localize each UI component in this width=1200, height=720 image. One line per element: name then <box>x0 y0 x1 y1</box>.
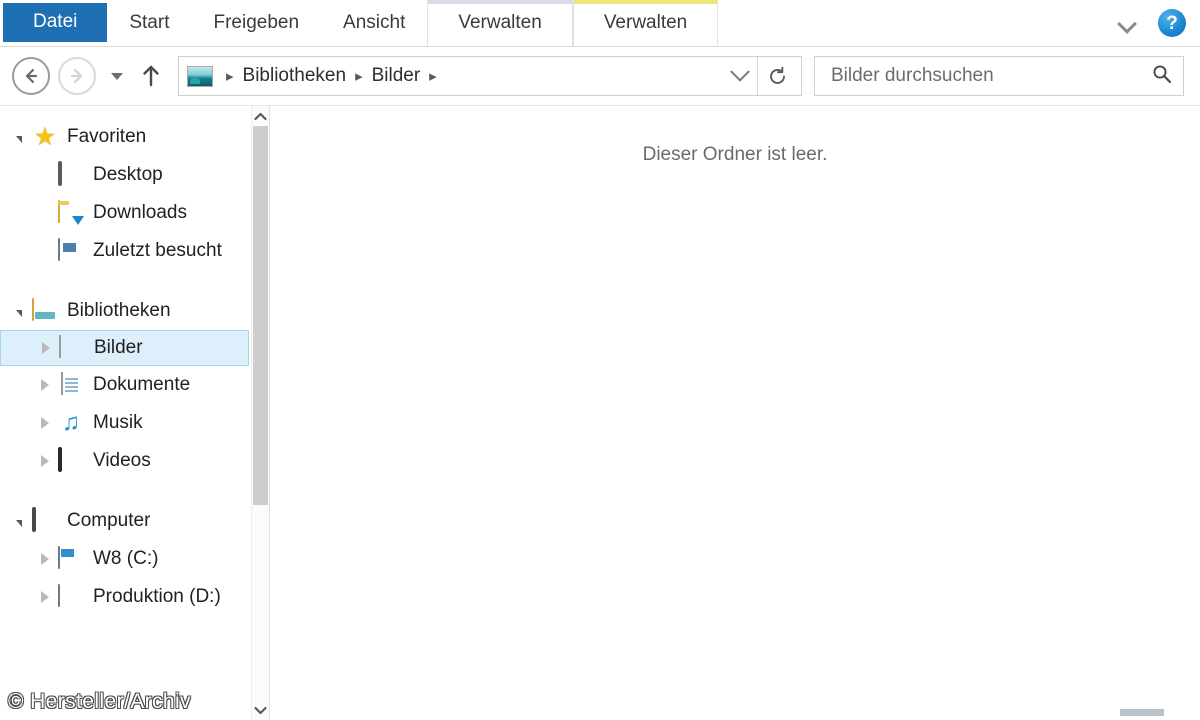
tab-verwalten-bildtools-label: Verwalten <box>603 12 688 33</box>
tab-ansicht[interactable]: Ansicht <box>321 0 427 46</box>
forward-arrow-icon <box>70 68 83 84</box>
drive-icon <box>58 584 84 609</box>
sidebar-item-dokumente[interactable]: Dokumente <box>0 366 251 404</box>
tab-datei-label: Datei <box>33 11 78 32</box>
navigation-pane: ★ Favoriten Desktop Downloads Zuletzt be <box>0 106 270 720</box>
sidebar-item-musik-label: Musik <box>93 412 143 433</box>
navigation-pane-scrollbar[interactable] <box>251 106 269 720</box>
sidebar-item-bilder[interactable]: Bilder <box>0 330 249 366</box>
videos-library-icon <box>58 447 84 473</box>
expander-closed-icon[interactable] <box>36 379 54 391</box>
expander-open-icon[interactable] <box>10 308 28 315</box>
expand-ribbon-icon[interactable] <box>1118 17 1138 29</box>
tree-header-bibliotheken[interactable]: Bibliotheken <box>0 292 251 330</box>
scrollbar-track[interactable] <box>252 126 269 700</box>
help-glyph: ? <box>1166 12 1178 34</box>
documents-library-icon <box>58 372 84 397</box>
scroll-down-icon[interactable] <box>252 700 269 720</box>
tab-freigeben-label: Freigeben <box>213 12 300 33</box>
sidebar-item-musik[interactable]: ♫ Musik <box>0 404 251 442</box>
back-button[interactable] <box>12 57 50 95</box>
tree-header-favoriten-label: Favoriten <box>67 126 147 147</box>
expander-open-icon[interactable] <box>10 518 28 525</box>
scroll-up-icon[interactable] <box>252 106 269 126</box>
explorer-body: ★ Favoriten Desktop Downloads Zuletzt be <box>0 105 1200 720</box>
up-arrow-icon <box>143 65 159 87</box>
music-library-icon: ♫ <box>62 409 80 436</box>
address-bar-row: ▸ Bibliotheken ▸ Bilder ▸ Bilder durchsu… <box>0 47 1200 105</box>
recent-places-icon <box>58 238 84 263</box>
refresh-icon <box>770 66 785 84</box>
sidebar-item-downloads[interactable]: Downloads <box>0 194 251 232</box>
sidebar-item-zuletzt-besucht-label: Zuletzt besucht <box>93 240 222 261</box>
tree-header-favoriten[interactable]: ★ Favoriten <box>0 118 251 156</box>
tab-verwalten-bibliothekstools-label: Verwalten <box>458 12 542 33</box>
file-list-pane[interactable]: Dieser Ordner ist leer. <box>270 106 1200 720</box>
pictures-library-icon <box>187 65 213 87</box>
up-button[interactable] <box>134 57 168 95</box>
tab-start-label: Start <box>129 12 170 33</box>
desktop-icon <box>58 161 84 187</box>
contextual-strip-lavender <box>428 0 572 4</box>
tree-group-gap <box>0 270 251 292</box>
scrollbar-thumb[interactable] <box>253 126 268 505</box>
search-box[interactable]: Bilder durchsuchen <box>814 56 1184 96</box>
search-icon[interactable] <box>1151 63 1173 90</box>
breadcrumb-separator-1[interactable]: ▸ <box>346 67 372 85</box>
sidebar-item-w8-c[interactable]: W8 (C:) <box>0 540 251 578</box>
tab-start[interactable]: Start <box>107 0 191 46</box>
library-folder-icon <box>32 298 58 323</box>
tree-header-computer-label: Computer <box>67 510 151 531</box>
address-bar[interactable]: ▸ Bibliotheken ▸ Bilder ▸ <box>178 56 802 96</box>
sidebar-item-produktion-d[interactable]: Produktion (D:) <box>0 578 251 616</box>
ribbon-tab-bar: Datei Start Freigeben Ansicht Verwalten … <box>0 0 1200 47</box>
tab-freigeben[interactable]: Freigeben <box>191 0 321 46</box>
tree-header-computer[interactable]: Computer <box>0 502 251 540</box>
expander-open-icon[interactable] <box>10 134 28 141</box>
expander-closed-icon[interactable] <box>36 553 54 565</box>
expander-closed-icon[interactable] <box>36 591 54 603</box>
sidebar-item-zuletzt-besucht[interactable]: Zuletzt besucht <box>0 232 251 270</box>
empty-folder-message: Dieser Ordner ist leer. <box>642 144 828 165</box>
file-explorer-window: Datei Start Freigeben Ansicht Verwalten … <box>0 0 1200 720</box>
sidebar-item-produktion-d-label: Produktion (D:) <box>93 586 221 607</box>
navigation-tree: ★ Favoriten Desktop Downloads Zuletzt be <box>0 106 251 720</box>
expander-closed-icon[interactable] <box>37 342 55 354</box>
forward-button[interactable] <box>58 57 96 95</box>
sidebar-item-dokumente-label: Dokumente <box>93 374 191 395</box>
breadcrumb-separator-0[interactable]: ▸ <box>217 67 243 85</box>
back-arrow-icon <box>25 68 38 84</box>
breadcrumb-bibliotheken[interactable]: Bibliotheken <box>243 65 347 87</box>
ribbon-right-controls: ? <box>1118 0 1200 46</box>
refresh-button[interactable] <box>757 57 797 95</box>
tab-datei[interactable]: Datei <box>3 2 108 42</box>
computer-icon <box>32 507 58 533</box>
help-icon[interactable]: ? <box>1158 9 1186 37</box>
search-input[interactable]: Bilder durchsuchen <box>831 65 1151 87</box>
tree-header-bibliotheken-label: Bibliotheken <box>67 300 171 321</box>
downloads-folder-icon <box>58 200 84 225</box>
pictures-library-icon <box>59 335 85 360</box>
sidebar-item-downloads-label: Downloads <box>93 202 187 223</box>
system-drive-icon <box>58 546 84 571</box>
breadcrumb-separator-2[interactable]: ▸ <box>420 67 446 85</box>
tab-ansicht-label: Ansicht <box>343 12 406 33</box>
recent-locations-button[interactable] <box>104 57 130 95</box>
sidebar-item-videos[interactable]: Videos <box>0 442 251 480</box>
sidebar-item-desktop-label: Desktop <box>93 164 163 185</box>
expander-closed-icon[interactable] <box>36 455 54 467</box>
tree-group-gap <box>0 480 251 502</box>
sidebar-item-bilder-label: Bilder <box>94 337 143 358</box>
star-icon: ★ <box>33 123 57 151</box>
sidebar-item-videos-label: Videos <box>93 450 151 471</box>
sidebar-item-desktop[interactable]: Desktop <box>0 156 251 194</box>
tab-verwalten-bibliothekstools[interactable]: Verwalten <box>427 0 573 46</box>
status-bar-view-buttons[interactable] <box>1120 709 1164 716</box>
tab-verwalten-bildtools[interactable]: Verwalten <box>572 0 719 46</box>
sidebar-item-w8-c-label: W8 (C:) <box>93 548 159 569</box>
address-history-dropdown-icon[interactable] <box>723 57 757 95</box>
expander-closed-icon[interactable] <box>36 417 54 429</box>
breadcrumb-bilder[interactable]: Bilder <box>372 65 421 87</box>
contextual-strip-yellow <box>573 0 718 4</box>
